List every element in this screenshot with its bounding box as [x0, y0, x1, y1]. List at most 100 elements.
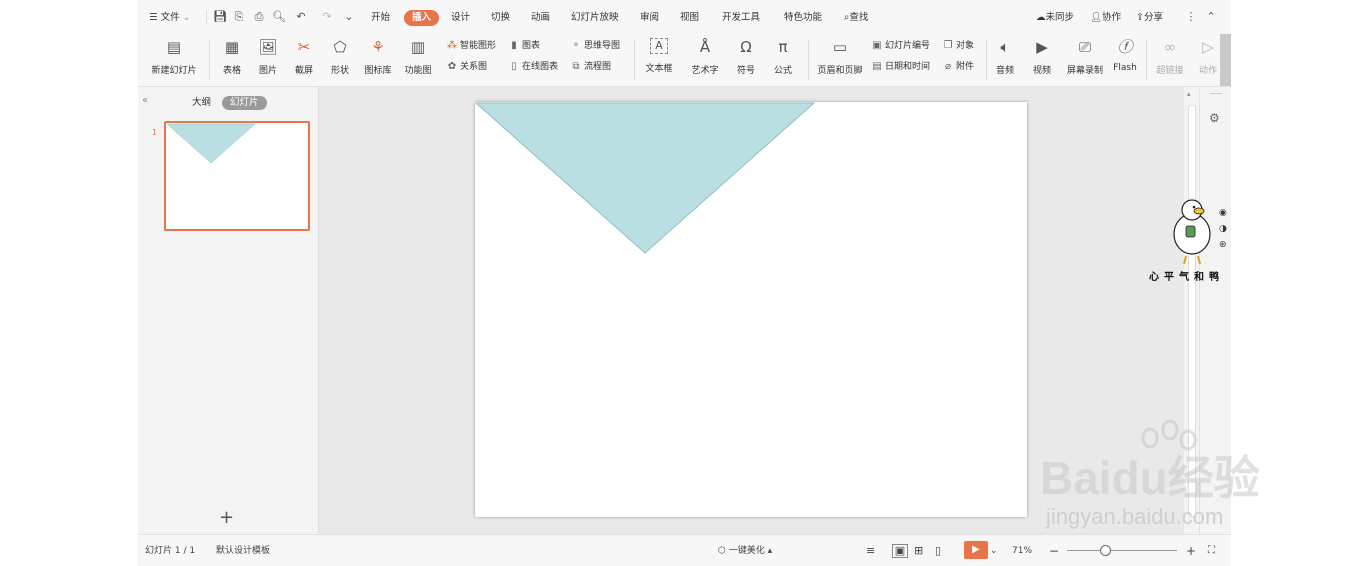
- textbox-icon: A: [650, 38, 668, 54]
- play-slideshow-button[interactable]: ▶: [964, 541, 988, 559]
- hyperlink-button[interactable]: ∞ 超链接: [1152, 38, 1188, 76]
- new-slide-icon: ▤: [166, 38, 182, 56]
- flowchart-button[interactable]: ⧉ 流程图: [570, 60, 611, 74]
- share-button[interactable]: ⇪分享: [1136, 10, 1163, 26]
- table-label: 表格: [222, 66, 241, 76]
- scroll-up-icon[interactable]: ▴: [1187, 90, 1191, 98]
- tab-animation[interactable]: 动画: [531, 10, 550, 26]
- online-chart-button[interactable]: ▯ 在线图表: [508, 60, 558, 74]
- wordart-button[interactable]: Å 艺术字: [686, 38, 724, 76]
- triangle-shape[interactable]: [475, 102, 1027, 517]
- action-label: 动作: [1198, 66, 1217, 76]
- beautify-button[interactable]: ⬡ 一键美化 ▴: [718, 544, 772, 558]
- tab-design[interactable]: 设计: [451, 10, 470, 26]
- tab-transition[interactable]: 切换: [491, 10, 510, 26]
- redo-icon[interactable]: ↷: [320, 10, 334, 24]
- normal-view-icon[interactable]: ▣: [892, 544, 908, 558]
- play-icon: ▶: [972, 544, 980, 555]
- symbol-button[interactable]: Ω 符号: [732, 38, 760, 76]
- zoom-in-button[interactable]: +: [1186, 544, 1196, 558]
- header-footer-button[interactable]: ▭ 页眉和页脚: [813, 38, 867, 76]
- collapse-panel-icon[interactable]: «: [142, 95, 148, 106]
- attachment-button[interactable]: ⌀ 附件: [942, 60, 974, 74]
- tab-home[interactable]: 开始: [371, 10, 390, 26]
- duck-icon: [1173, 199, 1211, 265]
- chevron-down-icon[interactable]: ⌄: [990, 544, 998, 558]
- divider: [986, 40, 987, 80]
- audio-button[interactable]: 🔈︎ 音频: [990, 38, 1020, 76]
- object-label: 对象: [956, 41, 975, 51]
- new-slide-label: 新建幻灯片: [151, 66, 197, 76]
- chart-button[interactable]: ▮ 图表: [508, 39, 540, 53]
- object-button[interactable]: ❐ 对象: [942, 39, 975, 53]
- new-slide-button[interactable]: ▤ 新建幻灯片: [145, 38, 203, 76]
- screen-record-button[interactable]: ⎚ 屏幕录制: [1064, 38, 1106, 76]
- sidebar-tool-icon[interactable]: ⊛: [1219, 240, 1227, 250]
- paste-format-icon[interactable]: ⎘: [232, 10, 246, 24]
- video-button[interactable]: ▶ 视频: [1026, 38, 1058, 76]
- zoom-level[interactable]: 71%: [1012, 544, 1032, 558]
- slide-panel: « 大纲 幻灯片 1 +: [138, 87, 319, 534]
- action-button[interactable]: ▷ 动作: [1196, 38, 1220, 76]
- more-options-icon[interactable]: ⋮: [1184, 10, 1198, 24]
- slide-sorter-icon[interactable]: ⊞: [914, 544, 923, 558]
- omega-icon: Ω: [740, 38, 752, 56]
- fit-window-icon[interactable]: ⛶: [1208, 544, 1215, 558]
- table-icon: ▦: [224, 38, 240, 56]
- mindmap-button[interactable]: ⚬ 思维导图: [570, 39, 620, 53]
- properties-icon[interactable]: ⚙: [1209, 111, 1220, 125]
- date-time-button[interactable]: ▤ 日期和时间: [871, 60, 930, 74]
- search-button[interactable]: ⌕查找: [844, 10, 868, 26]
- file-menu[interactable]: ☰ 文件 ⌄: [149, 10, 191, 26]
- print-preview-icon[interactable]: 🔍︎: [272, 10, 286, 24]
- tab-slides[interactable]: 幻灯片: [222, 96, 267, 110]
- add-slide-button[interactable]: +: [219, 507, 234, 528]
- pi-icon: π: [778, 38, 788, 56]
- picture-button[interactable]: 🖼︎ 图片: [254, 38, 282, 76]
- sidebar-tool-icon[interactable]: ◑: [1219, 224, 1227, 234]
- tab-view[interactable]: 视图: [680, 10, 699, 26]
- formula-button[interactable]: π 公式: [768, 38, 798, 76]
- tab-developer[interactable]: 开发工具: [722, 10, 760, 26]
- save-icon[interactable]: 💾︎: [213, 10, 227, 24]
- chart-icon: ▮: [511, 40, 517, 51]
- tab-insert[interactable]: 插入: [404, 10, 440, 26]
- smart-art-icon: ⁂: [447, 40, 457, 51]
- collaborate-button[interactable]: 👤︎协作: [1090, 10, 1121, 26]
- tab-review[interactable]: 审阅: [640, 10, 659, 26]
- slide[interactable]: [475, 102, 1027, 517]
- ribbon-insert: ▤ 新建幻灯片 ▦ 表格 🖼︎ 图片 ✂ 截屏 ⬠ 形状 ⚘ 图标库 ▥ 功能图: [138, 34, 1231, 87]
- zoom-slider-thumb[interactable]: [1100, 545, 1111, 556]
- collapse-ribbon-icon[interactable]: ⌃: [1204, 10, 1218, 24]
- tab-outline[interactable]: 大纲: [192, 96, 211, 110]
- zoom-slider[interactable]: [1067, 550, 1177, 551]
- flash-icon: ⓕ: [1117, 38, 1133, 56]
- zoom-out-button[interactable]: −: [1049, 544, 1059, 558]
- table-button[interactable]: ▦ 表格: [218, 38, 246, 76]
- icon-library-button[interactable]: ⚘ 图标库: [362, 38, 394, 76]
- textbox-button[interactable]: A 文本框: [640, 38, 678, 74]
- print-icon[interactable]: ⎙: [252, 10, 266, 24]
- shape-button[interactable]: ⬠ 形状: [326, 38, 354, 76]
- smart-art-button[interactable]: ⁂ 智能图形: [446, 39, 496, 53]
- customize-toolbar-icon[interactable]: ⌄: [342, 10, 356, 24]
- tab-slideshow[interactable]: 幻灯片放映: [571, 10, 619, 26]
- function-chart-button[interactable]: ▥ 功能图: [400, 38, 436, 76]
- ribbon-scroll-right[interactable]: [1220, 34, 1231, 86]
- sync-label: 未同步: [1045, 12, 1075, 23]
- undo-icon[interactable]: ↶: [294, 10, 308, 24]
- tab-features[interactable]: 特色功能: [784, 10, 822, 26]
- template-name[interactable]: 默认设计模板: [216, 544, 270, 558]
- notes-icon[interactable]: ≡: [866, 544, 875, 558]
- relation-chart-button[interactable]: ✿ 关系图: [446, 60, 487, 74]
- flash-button[interactable]: ⓕ Flash: [1112, 38, 1138, 73]
- slide-thumbnail[interactable]: [164, 121, 310, 231]
- sync-status[interactable]: ☁未同步: [1036, 10, 1074, 26]
- share-label: 分享: [1143, 12, 1163, 23]
- paperclip-icon: ⌀: [944, 61, 952, 72]
- collaborate-label: 协作: [1102, 12, 1122, 23]
- screenshot-button[interactable]: ✂ 截屏: [290, 38, 318, 76]
- sidebar-tool-icon[interactable]: ◉: [1219, 208, 1227, 218]
- reading-view-icon[interactable]: ▯: [935, 544, 941, 558]
- slide-number-button[interactable]: ▣ 幻灯片编号: [871, 39, 930, 53]
